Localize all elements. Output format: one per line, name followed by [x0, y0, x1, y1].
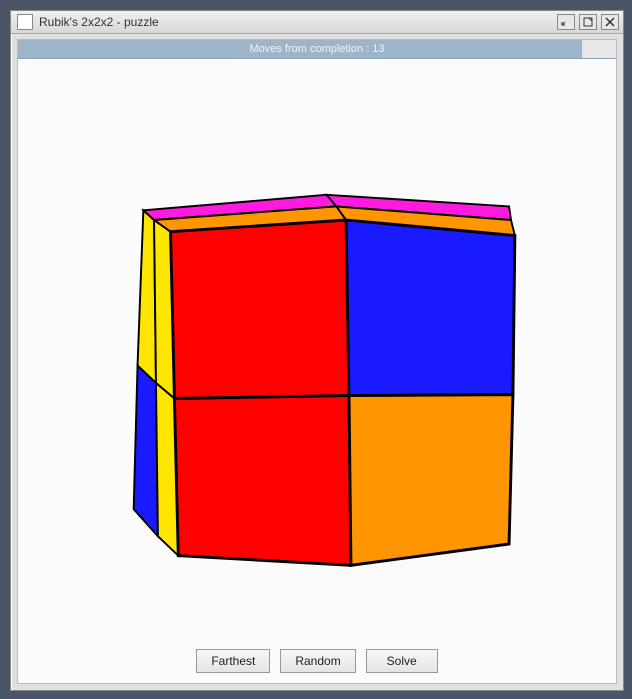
cube-front-top-left[interactable]	[171, 220, 349, 398]
farthest-button[interactable]: Farthest	[196, 649, 270, 673]
titlebar[interactable]: Rubik's 2x2x2 - puzzle	[11, 11, 623, 34]
status-right-box	[581, 40, 616, 58]
button-row: Farthest Random Solve	[18, 641, 616, 683]
maximize-button[interactable]	[579, 14, 597, 30]
minimize-icon	[561, 17, 571, 27]
maximize-icon	[583, 17, 593, 27]
cube-canvas[interactable]	[18, 59, 616, 641]
close-button[interactable]	[601, 14, 619, 30]
random-button[interactable]: Random	[280, 649, 355, 673]
content-area: Moves from completion : 13 www.softpedia…	[17, 39, 617, 684]
rubiks-cube[interactable]	[18, 59, 616, 641]
window-title: Rubik's 2x2x2 - puzzle	[37, 15, 557, 29]
cube-front-bottom-left[interactable]	[174, 396, 351, 566]
close-icon	[605, 17, 615, 27]
app-window: Rubik's 2x2x2 - puzzle Moves from comple…	[10, 10, 624, 691]
window-controls	[557, 14, 623, 30]
minimize-button[interactable]	[557, 14, 575, 30]
solve-button[interactable]: Solve	[366, 649, 438, 673]
status-bar: Moves from completion : 13	[18, 40, 616, 59]
cube-front-top-right[interactable]	[346, 220, 515, 396]
status-text: Moves from completion : 13	[249, 43, 384, 55]
cube-left-top-back[interactable]	[138, 210, 156, 383]
cube-front-bottom-right[interactable]	[349, 395, 513, 566]
cube-left-bottom-back[interactable]	[134, 366, 158, 537]
app-icon	[17, 14, 33, 30]
